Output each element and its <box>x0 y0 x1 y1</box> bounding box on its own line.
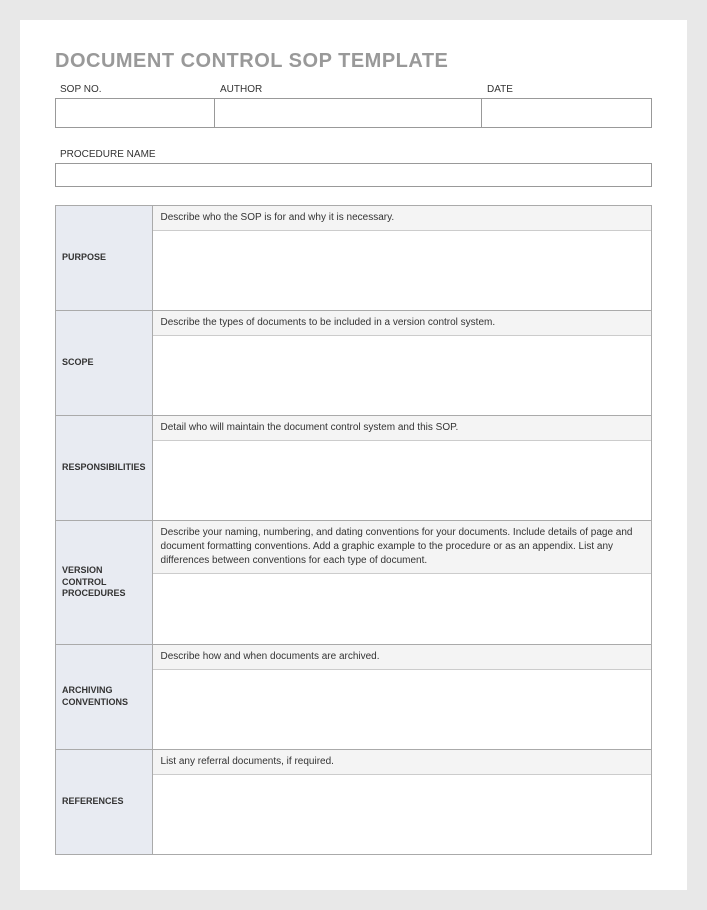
sop-no-label: SOP NO. <box>55 81 215 98</box>
section-row: RESPONSIBILITIESDetail who will maintain… <box>56 416 652 521</box>
section-body-input[interactable] <box>153 574 651 644</box>
section-description: List any referral documents, if required… <box>153 750 651 775</box>
section-row: ARCHIVING CONVENTIONSDescribe how and wh… <box>56 645 652 750</box>
section-label-cell: PURPOSE <box>56 206 153 311</box>
sections-table: PURPOSEDescribe who the SOP is for and w… <box>55 205 652 855</box>
sop-no-input[interactable] <box>55 98 215 128</box>
section-content-cell: Describe the types of documents to be in… <box>152 311 651 416</box>
section-label-cell: ARCHIVING CONVENTIONS <box>56 645 153 750</box>
section-label: SCOPE <box>56 351 152 375</box>
section-row: SCOPEDescribe the types of documents to … <box>56 311 652 416</box>
section-row: REFERENCESList any referral documents, i… <box>56 750 652 855</box>
section-body-input[interactable] <box>153 336 651 406</box>
section-description: Describe who the SOP is for and why it i… <box>153 206 651 231</box>
section-label-cell: REFERENCES <box>56 750 153 855</box>
section-label: PURPOSE <box>56 246 152 270</box>
section-label: ARCHIVING CONVENTIONS <box>56 679 152 714</box>
section-label: RESPONSIBILITIES <box>56 456 152 480</box>
procedure-name-label: PROCEDURE NAME <box>55 146 652 163</box>
section-label-cell: RESPONSIBILITIES <box>56 416 153 521</box>
section-description: Describe your naming, numbering, and dat… <box>153 521 651 574</box>
section-content-cell: Describe how and when documents are arch… <box>152 645 651 750</box>
section-body-input[interactable] <box>153 231 651 301</box>
date-label: DATE <box>482 81 652 98</box>
section-label: VERSION CONTROL PROCEDURES <box>56 559 152 606</box>
header-labels-row: SOP NO. AUTHOR DATE <box>55 81 652 98</box>
section-label-cell: VERSION CONTROL PROCEDURES <box>56 521 153 645</box>
section-description: Detail who will maintain the document co… <box>153 416 651 441</box>
author-input[interactable] <box>215 98 482 128</box>
section-description: Describe how and when documents are arch… <box>153 645 651 670</box>
author-label: AUTHOR <box>215 81 482 98</box>
section-content-cell: Describe who the SOP is for and why it i… <box>152 206 651 311</box>
section-label-cell: SCOPE <box>56 311 153 416</box>
procedure-section: PROCEDURE NAME <box>55 146 652 187</box>
section-content-cell: List any referral documents, if required… <box>152 750 651 855</box>
header-inputs-row <box>55 98 652 128</box>
section-content-cell: Describe your naming, numbering, and dat… <box>152 521 651 645</box>
date-input[interactable] <box>482 98 652 128</box>
section-row: VERSION CONTROL PROCEDURESDescribe your … <box>56 521 652 645</box>
section-body-input[interactable] <box>153 775 651 845</box>
section-row: PURPOSEDescribe who the SOP is for and w… <box>56 206 652 311</box>
section-body-input[interactable] <box>153 670 651 740</box>
section-body-input[interactable] <box>153 441 651 511</box>
section-label: REFERENCES <box>56 790 152 814</box>
document-page: DOCUMENT CONTROL SOP TEMPLATE SOP NO. AU… <box>20 20 687 890</box>
sections-tbody: PURPOSEDescribe who the SOP is for and w… <box>56 206 652 855</box>
section-content-cell: Detail who will maintain the document co… <box>152 416 651 521</box>
procedure-name-input[interactable] <box>55 163 652 187</box>
section-description: Describe the types of documents to be in… <box>153 311 651 336</box>
document-title: DOCUMENT CONTROL SOP TEMPLATE <box>55 50 652 73</box>
